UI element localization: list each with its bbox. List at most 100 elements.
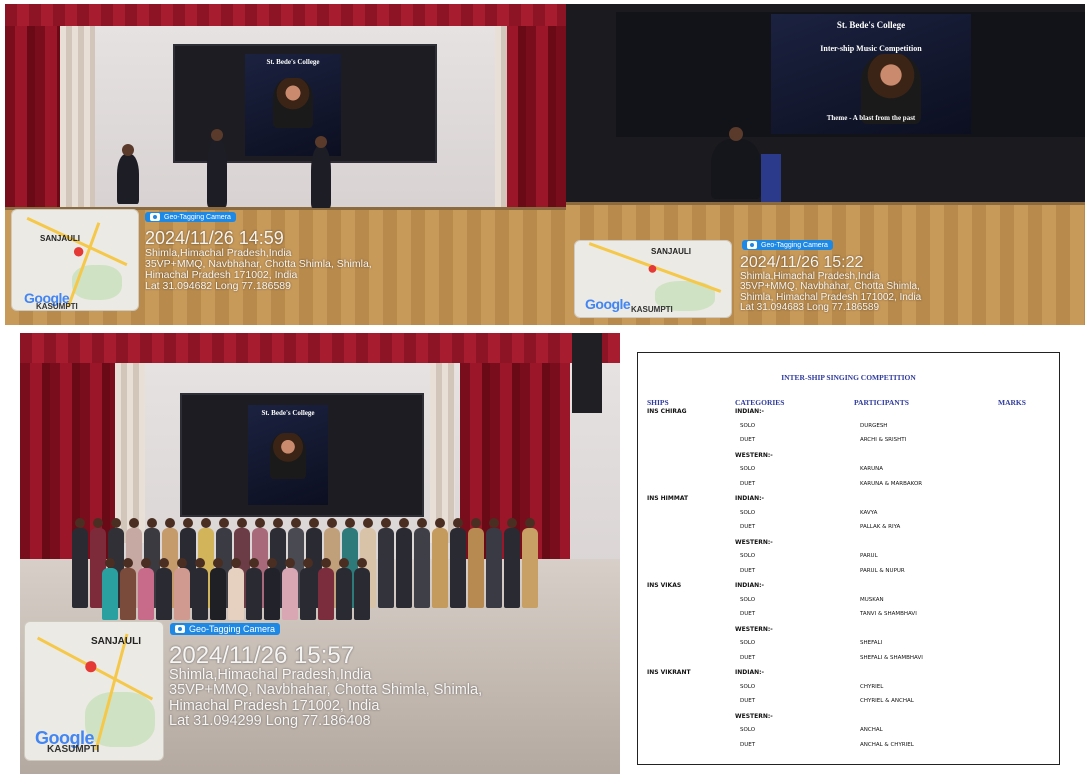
participant-cell: KAVYA: [860, 509, 878, 516]
sheer-curtain: [115, 363, 145, 543]
curtain-valance: [5, 4, 566, 26]
geo-line: 35VP+MMQ, Navbhahar, Chotta Shimla, Shim…: [169, 682, 483, 699]
poster-college: St. Bede's College: [836, 20, 906, 30]
category-group-label: WESTERN:-: [735, 538, 773, 546]
category-cell: DUET: [740, 567, 756, 574]
category-cell: SOLO: [740, 466, 756, 472]
ship-name: INS VIKAS: [647, 582, 682, 589]
poster-singer-image: [273, 78, 313, 128]
timestamp: 2024/11/26 14:59: [145, 228, 284, 248]
curtain-valance: [20, 333, 620, 363]
group-front-row: [102, 558, 370, 620]
competition-list-document: INTER-SHIP SINGING COMPETITION SHIPS CAT…: [637, 352, 1060, 765]
participant-cell: MUSKAN: [860, 596, 884, 603]
participant-cell: DURGESH: [860, 422, 888, 429]
category-cell: SOLO: [740, 640, 756, 646]
map-place-label: SANJAULI: [91, 636, 142, 647]
geo-info: 2024/11/26 14:59 Shimla,Himachal Pradesh…: [145, 229, 372, 292]
sheer-curtain: [60, 26, 95, 211]
participant-cell: TANVI & SHAMBHAVI: [860, 611, 917, 617]
geo-line: Lat 31.094683 Long 77.186589: [740, 302, 880, 314]
participant-cell: SHEFALI: [860, 640, 883, 646]
category-cell: DUET: [740, 698, 756, 704]
participant-cell: CHYRIEL: [860, 683, 884, 690]
header-ships: SHIPS: [647, 398, 669, 407]
participant-cell: KARUNA & MARBAKOR: [860, 480, 923, 487]
document-title: INTER-SHIP SINGING COMPETITION: [781, 373, 916, 382]
map-logo: Google: [585, 296, 631, 312]
seated-singer: [711, 127, 761, 199]
chair: [761, 154, 781, 202]
header-marks: MARKS: [998, 398, 1026, 407]
event-poster: St. Bede's College: [248, 405, 328, 505]
geo-tag-badge: Geo-Tagging Camera: [170, 623, 281, 635]
singer: [207, 129, 227, 207]
header-categories: CATEGORIES: [735, 398, 785, 407]
stage-photo-1: St. Bede's College SANJAULI ● Google KAS…: [5, 4, 566, 325]
participant-cell: ANCHAL: [860, 727, 883, 733]
location-map: SANJAULI ● Google KASUMPTI: [574, 240, 732, 318]
timestamp: 2024/11/26 15:22: [740, 254, 864, 271]
category-cell: SOLO: [740, 422, 756, 429]
map-place-label: SANJAULI: [651, 247, 692, 256]
geo-tag-label: Geo-Tagging Camera: [761, 241, 828, 249]
ship-name: INS HIMMAT: [647, 495, 689, 502]
event-poster: St. Bede's College Inter-ship Music Comp…: [771, 14, 971, 134]
group-photo: St. Bede's College SANJAULI ● Google KAS…: [20, 333, 620, 774]
camera-icon: [175, 625, 185, 633]
category-group-label: INDIAN:-: [735, 495, 765, 502]
category-cell: SOLO: [740, 553, 756, 559]
category-cell: SOLO: [740, 727, 756, 733]
poster-singer-image: [270, 433, 306, 479]
poster-college: St. Bede's College: [261, 409, 315, 417]
category-cell: SOLO: [740, 509, 756, 516]
timestamp: 2024/11/26 15:57: [169, 642, 355, 669]
category-group-label: WESTERN:-: [735, 625, 773, 633]
header-participants: PARTICIPANTS: [854, 398, 909, 407]
stage-photo-2: St. Bede's College Inter-ship Music Comp…: [566, 4, 1085, 325]
geo-tag-badge: Geo-Tagging Camera: [145, 212, 236, 222]
camera-icon: [150, 213, 160, 221]
category-group-label: WESTERN:-: [735, 451, 773, 459]
location-pin-icon: ●: [647, 258, 658, 278]
ship-name: INS VIKRANT: [647, 669, 691, 676]
sheer-curtain: [495, 26, 507, 211]
location-map: SANJAULI ● Google KASUMPTI: [24, 621, 164, 761]
category-cell: DUET: [740, 480, 756, 487]
participant-cell: ARCHI & SRISHTI: [860, 437, 907, 443]
category-group-label: WESTERN:-: [735, 712, 773, 720]
category-cell: DUET: [740, 437, 756, 443]
poster-event: Inter-ship Music Competition: [820, 44, 922, 53]
guitarist: [117, 144, 139, 204]
category-cell: DUET: [740, 741, 756, 748]
location-pin-icon: ●: [72, 238, 86, 263]
participant-cell: ANCHAL & CHYRIEL: [860, 741, 914, 748]
geo-info: 2024/11/26 15:57 Shimla,Himachal Pradesh…: [169, 643, 482, 729]
geo-tag-badge: Geo-Tagging Camera: [742, 240, 833, 250]
singer: [311, 136, 331, 208]
geo-line: Lat 31.094299 Long 77.186408: [169, 712, 371, 729]
participant-cell: PARUL: [860, 553, 878, 559]
geo-info: 2024/11/26 15:22 Shimla,Himachal Pradesh…: [740, 254, 921, 314]
sheer-curtain: [430, 363, 455, 543]
geo-line: Lat 31.094682 Long 77.186589: [145, 279, 291, 292]
geo-line: Himachal Pradesh 171002, India: [169, 697, 380, 714]
participant-cell: PARUL & NUPUR: [860, 567, 905, 574]
participant-cell: PALLAK & RIYA: [860, 524, 901, 530]
category-cell: SOLO: [740, 683, 756, 690]
location-map: SANJAULI ● Google KASUMPTI: [11, 209, 139, 311]
speaker: [572, 333, 602, 413]
category-cell: DUET: [740, 654, 756, 661]
poster-college: St. Bede's College: [266, 58, 320, 66]
participant-cell: SHEFALI & SHAMBHAVI: [860, 654, 923, 661]
category-cell: DUET: [740, 524, 756, 530]
camera-icon: [747, 241, 757, 249]
participant-cell: KARUNA: [860, 466, 883, 472]
map-place-label-2: KASUMPTI: [47, 744, 100, 755]
poster-theme: Theme - A blast from the past: [826, 114, 916, 122]
geo-tag-label: Geo-Tagging Camera: [164, 213, 231, 221]
map-place-label-2: KASUMPTI: [631, 305, 673, 314]
participant-cell: CHYRIEL & ANCHAL: [860, 698, 914, 704]
geo-tag-label: Geo-Tagging Camera: [189, 624, 276, 634]
category-group-label: INDIAN:-: [735, 582, 765, 589]
